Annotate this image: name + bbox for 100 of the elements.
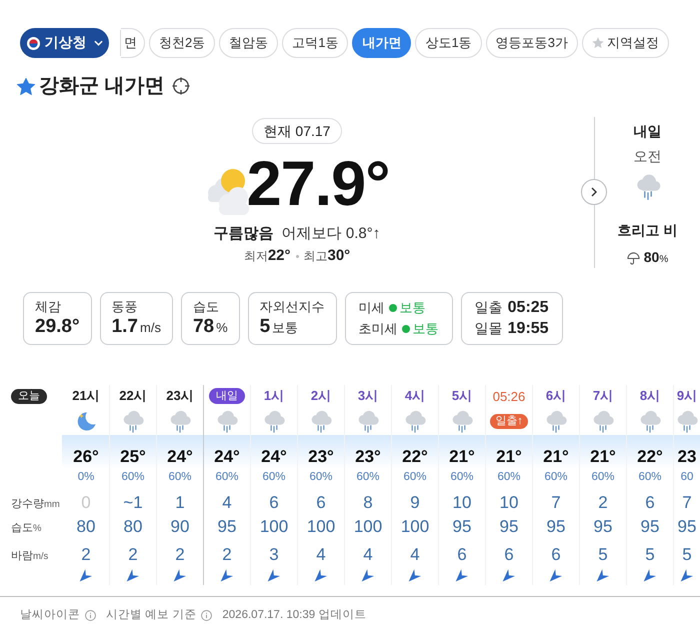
region-tab[interactable]: 면 <box>121 28 145 58</box>
rain-chance: 60% <box>544 471 568 483</box>
info-icon[interactable] <box>85 610 96 620</box>
region-settings-button[interactable]: 지역설정 <box>582 28 669 58</box>
hour-temperature: 24° <box>261 447 287 466</box>
air-quality-status: 보통 <box>412 320 439 338</box>
separator-dot-icon <box>296 254 298 258</box>
wind-speed-value: 5 <box>645 545 655 564</box>
umbrella-icon <box>626 252 640 264</box>
source-dropdown-button[interactable]: 기상청 <box>20 28 109 58</box>
humidity-value: 95 <box>500 517 518 536</box>
wind-direction-icon <box>126 568 140 582</box>
wind-direction-icon <box>455 568 469 582</box>
sunrise-time: 05:26 <box>492 388 526 404</box>
metric-value: 29.8° <box>35 315 80 339</box>
precipitation-value: 6 <box>645 493 655 512</box>
hour-label: 22시 <box>119 387 147 405</box>
wind-direction-icon <box>173 568 187 582</box>
wind-direction-icon <box>408 568 422 582</box>
metric-label: 자외선지수 <box>260 298 325 314</box>
region-tab[interactable]: 청천2동 <box>149 28 216 58</box>
tomorrow-title: 내일 <box>634 122 662 141</box>
humidity-value: 95 <box>640 517 660 536</box>
wind-speed-value: 5 <box>598 545 608 564</box>
hour-temperature: 23 <box>678 447 696 466</box>
precipitation-value: 6 <box>316 493 326 512</box>
rain-chance: 60% <box>450 471 474 483</box>
region-tab[interactable]: 상도1동 <box>415 28 482 58</box>
precipitation-value: 10 <box>500 493 518 512</box>
region-tab[interactable]: 내가면 <box>352 28 412 58</box>
humidity-value: 90 <box>170 517 190 536</box>
rain-chance: 80% <box>644 248 668 266</box>
tomorrow-period: 오전 <box>634 147 662 166</box>
humidity-value: 95 <box>452 517 472 536</box>
footer-text: 시간별 예보 기준 <box>106 608 196 623</box>
emblem-icon <box>26 36 40 50</box>
hour-temperature: 21° <box>496 447 522 466</box>
rain-chance: 60% <box>168 471 192 483</box>
hour-temperature: 25° <box>120 447 146 466</box>
footer-text: 2026.07.17. 10:39 업데이트 <box>222 608 366 623</box>
humidity-value: 95 <box>546 517 566 536</box>
hour-label: 6시 <box>546 387 566 405</box>
air-quality-label: 미세 <box>358 299 385 317</box>
row-label: 바람m/s <box>11 550 48 562</box>
wind-speed-value: 2 <box>222 545 232 564</box>
hour-label: 23시 <box>166 387 194 405</box>
metric-value: 1.7 m/s <box>112 314 161 338</box>
today-badge: 오늘 <box>11 388 47 404</box>
region-tab[interactable]: 영등포동3가 <box>486 28 578 58</box>
hour-temperature: 24° <box>214 447 240 466</box>
metric-value: 78% <box>192 314 228 338</box>
low-temperature: 22° <box>268 246 290 266</box>
wind-speed-value: 4 <box>316 545 326 564</box>
rain-chance: 60% <box>309 471 333 483</box>
low-label: 최저 <box>244 248 268 265</box>
hour-temperature: 21° <box>543 447 569 466</box>
hour-label: 21시 <box>72 387 100 405</box>
info-icon[interactable] <box>201 610 212 620</box>
wind-speed-value: 6 <box>504 545 514 564</box>
hour-label: 7시 <box>592 387 614 405</box>
humidity-value: 95 <box>218 517 236 536</box>
locate-icon[interactable] <box>172 77 190 95</box>
wind-speed-value: 4 <box>363 545 373 564</box>
chevron-down-icon <box>94 40 102 46</box>
high-temperature: 30° <box>328 246 350 266</box>
humidity-value: 100 <box>306 517 336 536</box>
rain-chance: 60% <box>215 471 239 483</box>
hour-label: 4시 <box>404 387 426 405</box>
rain-chance: 60% <box>262 471 286 483</box>
condition-text: 구름많음 <box>214 224 274 244</box>
hour-label: 8시 <box>640 387 660 405</box>
wind-speed-value: 4 <box>410 545 420 564</box>
hour-temperature: 21° <box>590 447 616 466</box>
rain-chance: 60% <box>403 471 427 483</box>
day-badge: 내일 <box>209 388 245 404</box>
sunrise-badge: 일출↑ <box>490 414 528 428</box>
precipitation-value: 10 <box>452 493 472 512</box>
precipitation-value: 6 <box>269 493 279 512</box>
yesterday-comparison: 어제보다 0.8°↑ <box>282 224 380 244</box>
rain-chance: 60% <box>121 471 145 483</box>
row-label: 강수량mm <box>11 498 60 510</box>
high-label: 최고 <box>304 248 328 265</box>
wind-speed-value: 6 <box>457 545 467 564</box>
chevron-right-icon <box>591 187 597 197</box>
precipitation-value: 9 <box>410 493 420 512</box>
current-temperature: 27.9° <box>246 152 390 216</box>
wind-speed-value: 2 <box>128 545 138 564</box>
region-tab[interactable]: 고덕1동 <box>282 28 348 58</box>
precipitation-value: 4 <box>222 493 232 512</box>
wind-speed-value: 3 <box>269 545 279 564</box>
region-tab[interactable]: 철암동 <box>219 28 278 58</box>
humidity-value: 100 <box>400 517 430 536</box>
next-button[interactable] <box>581 179 607 205</box>
hour-label: 5시 <box>452 387 472 405</box>
precipitation-value: 7 <box>682 493 692 512</box>
tomorrow-condition: 흐리고 비 <box>618 221 678 240</box>
hour-temperature: 23° <box>355 447 381 466</box>
wind-direction-icon <box>596 568 610 582</box>
precipitation-value: 7 <box>551 493 561 512</box>
favorite-star-icon[interactable] <box>17 78 35 94</box>
